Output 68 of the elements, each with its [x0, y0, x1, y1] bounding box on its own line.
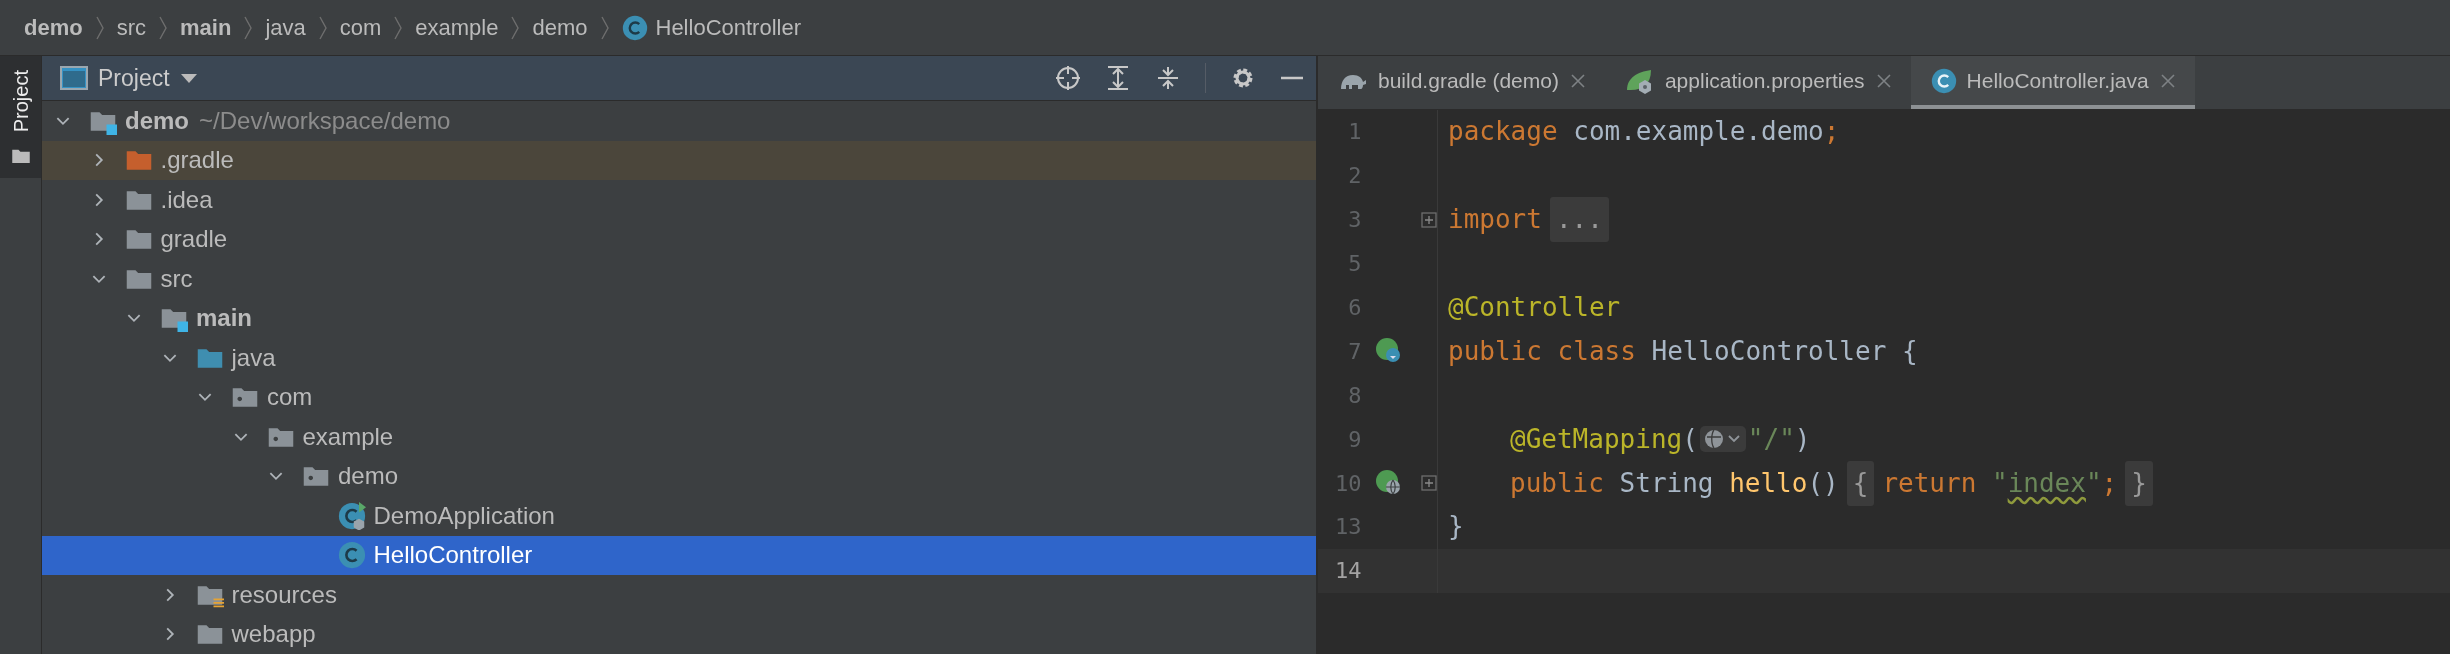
code-line: @Controller [1447, 291, 1621, 324]
tree-item[interactable]: gradle [42, 219, 1316, 259]
line-number: 2 [1347, 162, 1362, 191]
tool-window-tab[interactable]: Project [0, 56, 41, 179]
close-icon[interactable] [1568, 71, 1587, 90]
class-icon [621, 14, 648, 41]
tree-item[interactable]: resources [42, 575, 1316, 615]
line-number: 8 [1347, 381, 1362, 410]
tree-item[interactable]: HelloController [42, 535, 1316, 575]
code-text: "/") [1747, 422, 1811, 456]
editor-tab[interactable]: application.properties [1604, 56, 1911, 109]
tree-item[interactable]: example [42, 417, 1316, 457]
panel-icon [60, 66, 88, 90]
fold-icon[interactable] [1421, 475, 1437, 492]
breadcrumb-item[interactable]: HelloController [621, 11, 801, 44]
code-text: @GetMapping( [1509, 422, 1698, 456]
chevron-icon [158, 14, 168, 41]
application-class-icon [337, 501, 366, 530]
tree-item[interactable]: DemoApplication [42, 496, 1316, 536]
view-selector[interactable]: Project [60, 60, 198, 96]
close-icon[interactable] [1874, 71, 1893, 90]
chevron-icon [317, 14, 328, 41]
tree-item[interactable]: com [42, 377, 1316, 417]
code-line: import ... [1438, 197, 1617, 243]
caret-icon [179, 72, 198, 84]
breadcrumb-item[interactable]: demo [532, 11, 588, 44]
line-number: 10 [1334, 469, 1362, 498]
class-icon [1930, 67, 1957, 94]
globe-dropdown-icon[interactable] [1699, 425, 1746, 454]
line-number: 6 [1347, 294, 1362, 322]
fold-icon[interactable] [1421, 211, 1437, 228]
tree-item[interactable]: .gradle [42, 140, 1316, 180]
code-line: } [1447, 510, 1464, 544]
breadcrumb-item[interactable]: src [116, 11, 146, 44]
class-icon [337, 541, 366, 570]
tree-item[interactable]: src [42, 259, 1316, 299]
line-number: 7 [1347, 337, 1362, 366]
code-line: package com.example.demo; [1447, 115, 1840, 149]
line-number: 13 [1334, 513, 1362, 542]
code-line: public String hello() { return "index"; } [1438, 460, 2161, 506]
code-line: public class HelloController { [1447, 334, 1918, 368]
expand-all-icon[interactable] [1105, 65, 1131, 91]
breadcrumb-item[interactable]: example [415, 11, 499, 44]
project-path: ~/Dev/workspace/demo [199, 105, 451, 136]
breadcrumb-item[interactable]: com [339, 11, 382, 44]
line-number: 9 [1347, 425, 1362, 454]
editor-tab[interactable]: build.gradle (demo) [1318, 56, 1605, 109]
locate-icon[interactable] [1055, 65, 1081, 91]
tree-item[interactable]: demo [42, 456, 1316, 496]
line-number: 14 [1334, 557, 1362, 586]
tree-item[interactable]: .idea [42, 180, 1316, 220]
tree-item[interactable]: main [42, 298, 1316, 338]
line-number: 3 [1347, 206, 1362, 235]
line-number: 5 [1347, 250, 1362, 279]
editor-tab[interactable]: HelloController.java [1910, 56, 2195, 109]
tree-item[interactable]: demo ~/Dev/workspace/demo [42, 101, 1316, 141]
line-number: 1 [1347, 118, 1362, 147]
breadcrumb-item[interactable]: main [180, 11, 232, 44]
chevron-icon [243, 14, 254, 41]
collapse-all-icon[interactable] [1155, 65, 1181, 91]
chevron-icon [599, 14, 610, 41]
breadcrumb-item[interactable]: demo [24, 11, 83, 44]
chevron-icon [510, 14, 521, 41]
breadcrumb-item[interactable]: java [265, 11, 306, 44]
tree-item[interactable]: webapp [42, 614, 1316, 654]
chevron-icon [94, 14, 105, 41]
tree-item[interactable]: java [42, 338, 1316, 378]
chevron-icon [393, 14, 404, 41]
